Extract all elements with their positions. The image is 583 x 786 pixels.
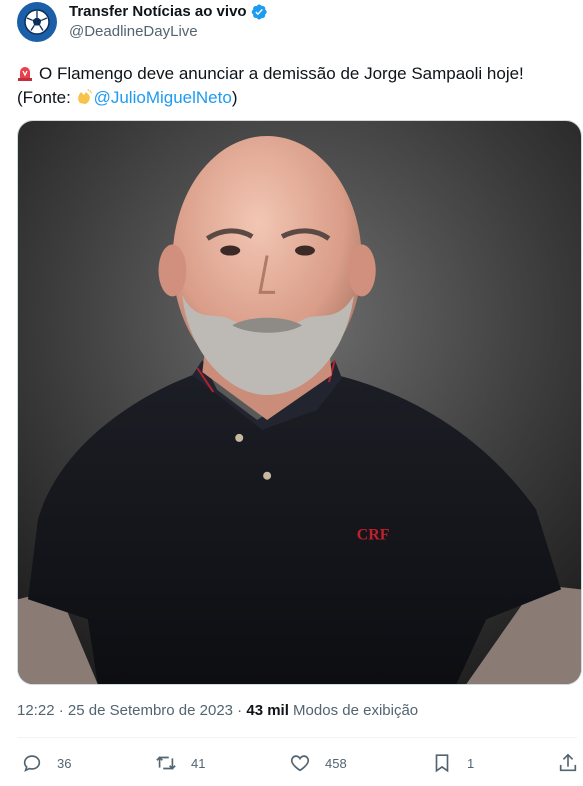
tweet-main-text: O Flamengo deve anunciar a demissão de J… <box>39 64 524 83</box>
meta-separator: · <box>54 702 68 719</box>
tweet-text: O Flamengo deve anunciar a demissão de J… <box>17 62 577 110</box>
photo-image: CRF <box>18 121 581 684</box>
tweet-time[interactable]: 12:22 <box>17 702 55 719</box>
soccer-ball-icon <box>24 9 50 35</box>
heart-icon <box>290 755 310 772</box>
bookmark-button[interactable]: 1 <box>431 749 474 777</box>
meta-separator-2: · <box>233 702 247 719</box>
reply-count: 36 <box>57 755 72 771</box>
reply-button[interactable]: 36 <box>21 749 71 777</box>
source-mention-link[interactable]: @JulioMiguelNeto <box>94 88 232 107</box>
tweet-meta: 12:22 · 25 de Setembro de 2023 · 43 mil … <box>17 701 418 721</box>
clapping-hands-emoji-icon <box>77 88 92 104</box>
retweet-icon <box>156 756 176 770</box>
author-display-name[interactable]: Transfer Notícias ao vivo <box>69 2 247 22</box>
tweet-photo[interactable]: CRF <box>17 120 582 685</box>
verified-badge-icon <box>251 4 267 20</box>
views-count: 43 mil <box>246 702 289 719</box>
share-button[interactable] <box>557 749 579 777</box>
divider <box>17 737 577 738</box>
bookmark-icon <box>435 754 449 773</box>
tweet-date[interactable]: 25 de Setembro de 2023 <box>68 702 233 719</box>
retweet-count: 41 <box>191 755 206 771</box>
siren-emoji-icon <box>18 67 32 81</box>
like-count: 458 <box>325 755 347 771</box>
svg-text:CRF: CRF <box>357 527 390 544</box>
tweet: Transfer Notícias ao vivo @DeadlineDayLi… <box>0 0 583 786</box>
share-icon <box>559 753 577 772</box>
like-button[interactable]: 458 <box>289 749 347 777</box>
reply-icon <box>23 755 41 772</box>
avatar[interactable] <box>17 2 57 42</box>
author-handle[interactable]: @DeadlineDayLive <box>69 22 198 42</box>
source-suffix: ) <box>231 88 238 107</box>
action-bar: 36 41 458 1 <box>17 749 583 777</box>
views-label: Modos de exibição <box>288 702 419 719</box>
source-prefix: (Fonte: <box>17 88 76 107</box>
retweet-button[interactable]: 41 <box>155 749 205 777</box>
bookmark-count: 1 <box>467 755 475 771</box>
